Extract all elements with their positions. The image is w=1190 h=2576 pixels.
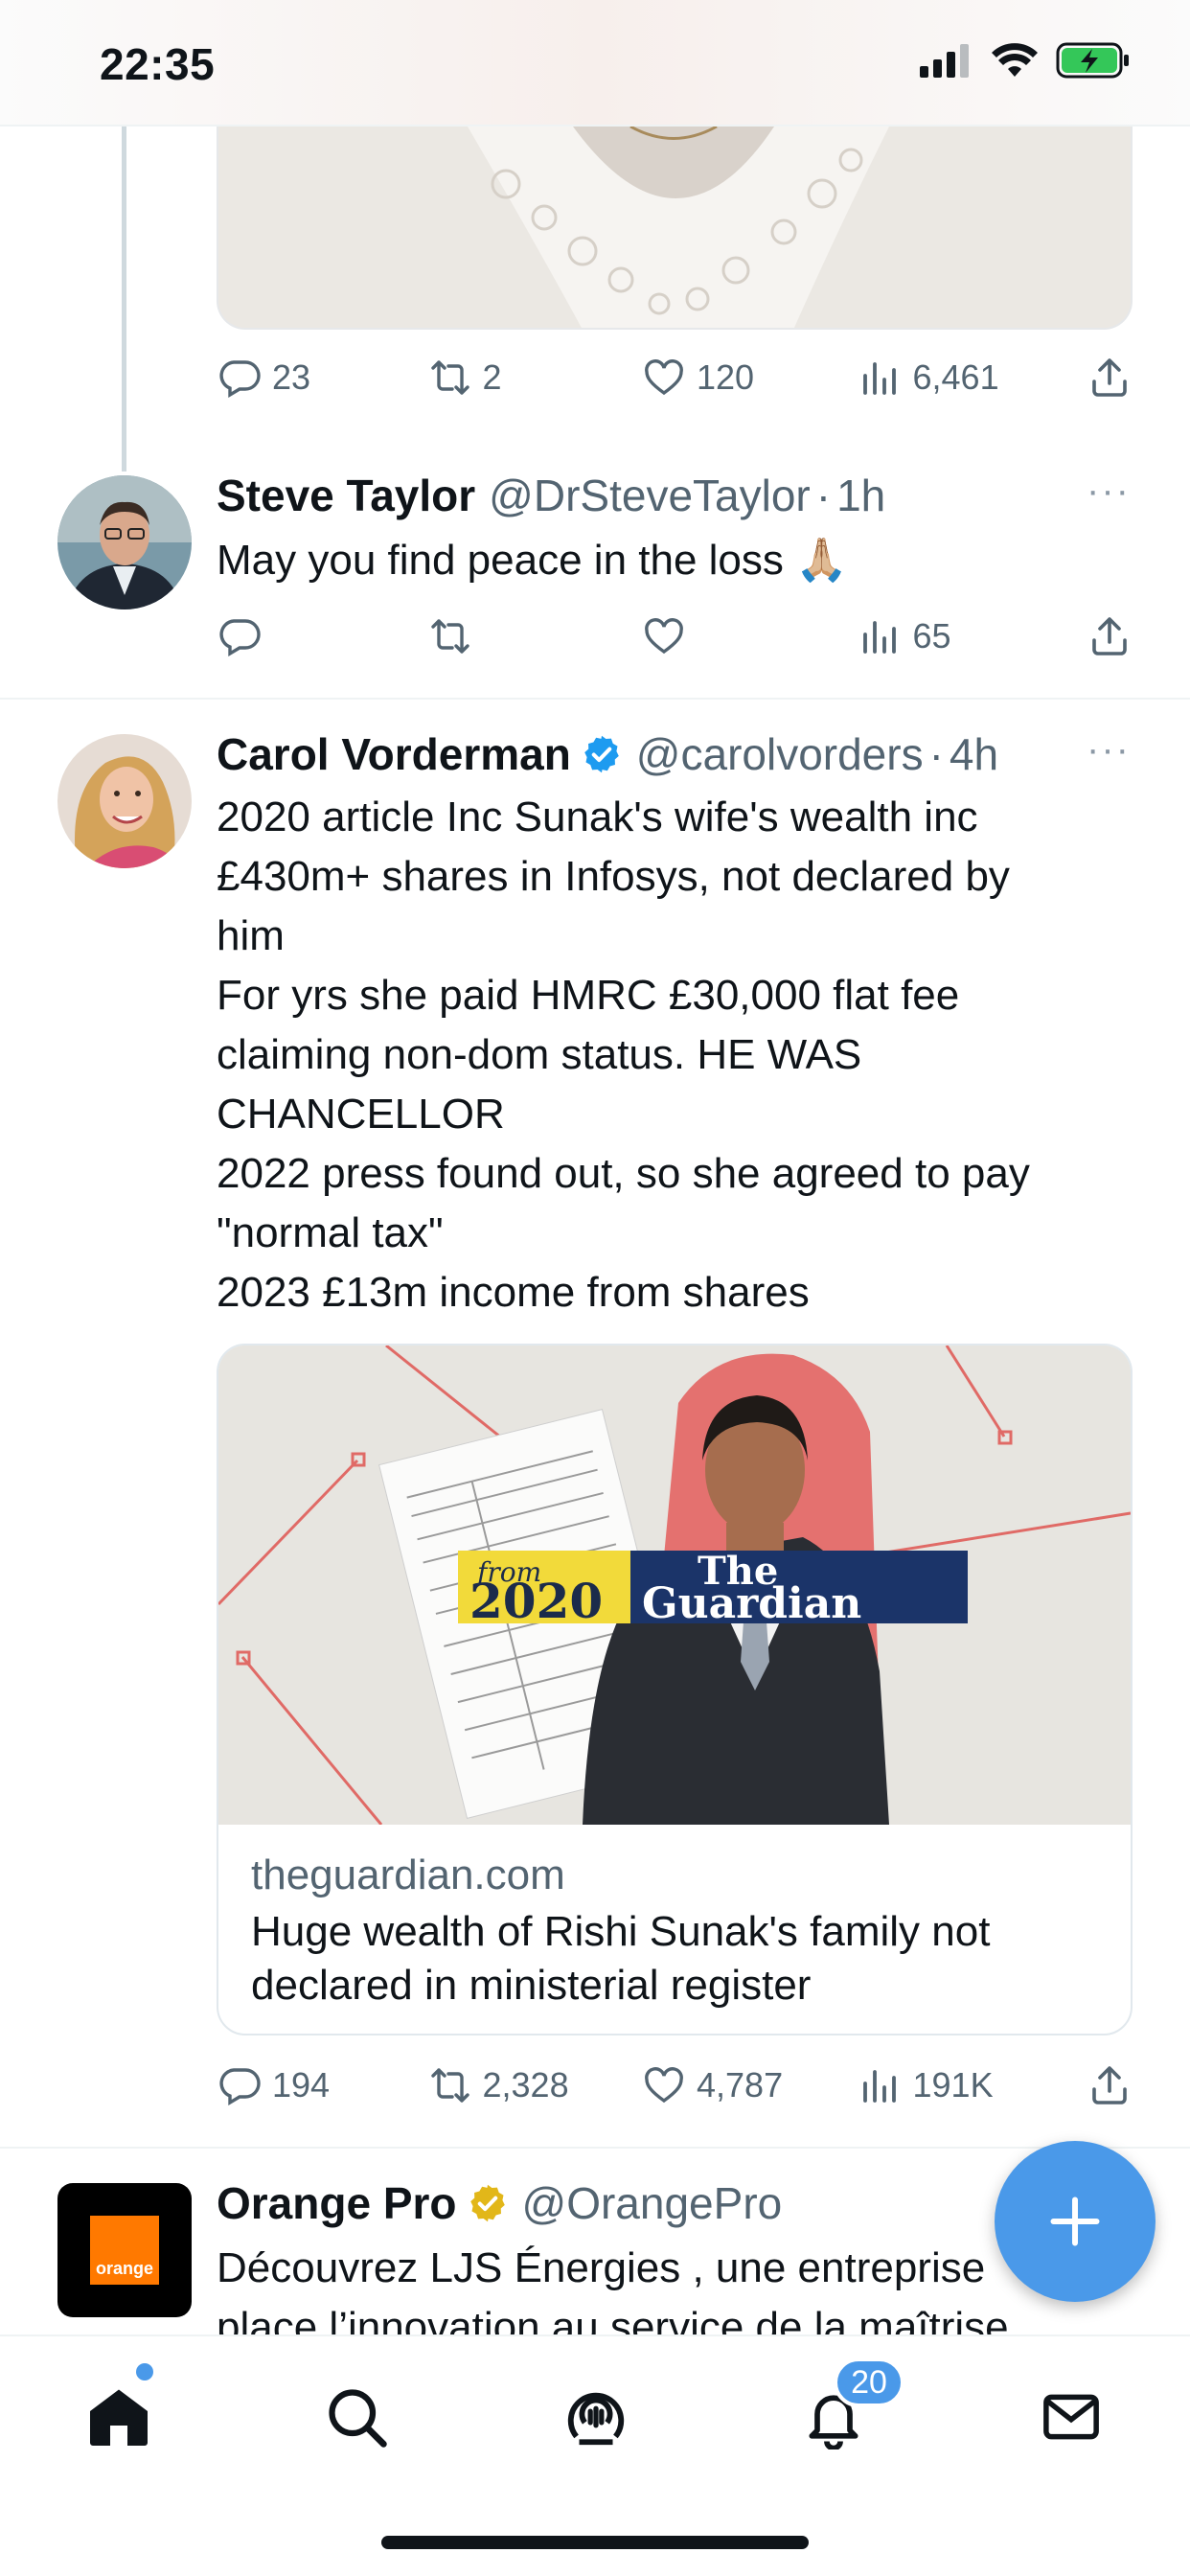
retweet-button[interactable] (427, 613, 642, 659)
from-2020-badge: from 2020 (458, 1551, 630, 1629)
reply-count: 194 (272, 2065, 331, 2104)
more-options-icon[interactable]: ··· (1087, 470, 1131, 513)
tab-messages[interactable] (1033, 2379, 1110, 2455)
notifications-count-badge: 20 (834, 2358, 904, 2407)
wifi-icon (992, 43, 1038, 77)
like-button[interactable] (641, 613, 858, 659)
retweet-button[interactable]: 2 (427, 355, 642, 401)
share-button[interactable] (1087, 355, 1133, 401)
status-time: 22:35 (100, 39, 216, 89)
author-handle[interactable]: @carolvorders (636, 728, 924, 780)
like-button[interactable]: 120 (641, 355, 858, 401)
link-title: Huge wealth of Rishi Sunak's family not … (251, 1908, 991, 2009)
author-handle[interactable]: @OrangePro (522, 2177, 783, 2229)
like-count: 120 (697, 357, 755, 397)
avatar-carol-vorderman[interactable] (57, 734, 192, 868)
like-button[interactable]: 4,787 (641, 2062, 858, 2108)
tweet-divider (0, 698, 1190, 700)
views-button[interactable]: 6,461 (858, 355, 1087, 401)
retweet-button[interactable]: 2,328 (427, 2062, 642, 2108)
reply-button[interactable] (217, 613, 427, 659)
status-icons (920, 42, 1131, 79)
spaces-icon (567, 2392, 625, 2446)
tab-spaces[interactable] (558, 2379, 634, 2455)
orange-logo-text: orange (95, 2259, 153, 2278)
views-count: 6,461 (912, 357, 999, 397)
author-handle[interactable]: @DrSteveTaylor (489, 470, 811, 521)
promo-tweet-header: Orange Pro @OrangePro (217, 2177, 782, 2229)
thread-connector-line (122, 126, 126, 472)
tweet-time: 1h (836, 471, 886, 520)
retweet-count: 2 (482, 357, 502, 397)
reply-count: 23 (272, 357, 311, 397)
previous-tweet-actions: 23 2 120 6,461 (217, 349, 1133, 406)
compose-button[interactable] (995, 2141, 1156, 2302)
retweet-icon (430, 619, 469, 654)
reply-actions: 65 (217, 608, 1133, 665)
share-icon (1092, 617, 1127, 656)
author-name[interactable]: Steve Taylor (217, 470, 475, 521)
main-tweet-actions: 194 2,328 4,787 191K (217, 2057, 1133, 2114)
link-domain: theguardian.com (251, 1852, 565, 1898)
heart-icon (645, 359, 683, 396)
avatar-orange-pro[interactable]: orange (57, 2183, 192, 2317)
orange-logo: orange (90, 2216, 159, 2285)
verified-badge-icon (584, 735, 619, 773)
retweet-icon (430, 2068, 469, 2103)
status-bar: 22:35 (0, 0, 1190, 126)
share-icon (1092, 2066, 1127, 2104)
tab-home[interactable] (80, 2379, 157, 2455)
views-count: 65 (912, 616, 951, 656)
search-icon (329, 2389, 387, 2448)
views-button[interactable]: 191K (858, 2062, 1087, 2108)
badge-year-text: 2020 (469, 1573, 604, 1629)
messages-envelope-icon (1043, 2394, 1099, 2440)
views-chart-icon (862, 362, 896, 395)
main-tweet-text: 2020 article Inc Sunak's wife's wealth i… (217, 794, 1030, 1316)
promo-text-line2: place l’innovation au service de la maît… (217, 2304, 1009, 2334)
home-new-content-dot (136, 2363, 153, 2380)
tweet-time: 4h (949, 729, 999, 779)
reply-icon (219, 360, 261, 399)
home-icon (90, 2389, 148, 2446)
heart-icon (645, 2067, 683, 2104)
previous-tweet-media[interactable] (217, 126, 1133, 330)
reply-icon (219, 2068, 261, 2106)
link-card-image: from 2020 The Guardian (218, 1346, 1131, 1825)
reply-button[interactable]: 23 (217, 355, 427, 401)
tab-search[interactable] (318, 2379, 395, 2455)
share-icon (1092, 358, 1127, 397)
share-button[interactable] (1087, 2062, 1133, 2108)
separator-dot: · (928, 729, 944, 779)
guardian-logo: The Guardian (630, 1551, 968, 1628)
main-tweet-header: Carol Vorderman @carolvorders · 4h (217, 728, 998, 780)
retweet-count: 2,328 (482, 2065, 569, 2104)
author-name[interactable]: Carol Vorderman (217, 728, 571, 780)
views-button[interactable]: 65 (858, 613, 1087, 659)
cellular-signal-icon (920, 44, 969, 78)
plus-icon (1050, 2196, 1100, 2246)
views-count: 191K (912, 2065, 994, 2104)
share-button[interactable] (1087, 613, 1133, 659)
guardian-logo-line2: Guardian (642, 1579, 862, 1628)
link-preview-card[interactable]: from 2020 The Guardian theguardian.com H… (217, 1344, 1133, 2036)
retweet-icon (430, 360, 469, 395)
separator-dot: · (815, 471, 832, 520)
views-chart-icon (862, 621, 896, 654)
home-indicator[interactable] (381, 2536, 809, 2549)
reply-text: May you find peace in the loss 🙏🏼 (217, 537, 848, 584)
verified-gold-badge-icon (469, 2184, 505, 2222)
heart-icon (645, 618, 683, 655)
like-count: 4,787 (697, 2065, 784, 2104)
battery-charging-icon (1056, 42, 1129, 79)
reply-button[interactable]: 194 (217, 2062, 427, 2108)
author-name[interactable]: Orange Pro (217, 2177, 457, 2229)
more-options-icon[interactable]: ··· (1087, 728, 1131, 771)
avatar-steve-taylor[interactable] (57, 475, 192, 610)
lace-photo (218, 126, 1131, 328)
reply-icon (219, 619, 261, 657)
views-chart-icon (862, 2070, 896, 2103)
reply-header: Steve Taylor @DrSteveTaylor · 1h (217, 470, 885, 521)
